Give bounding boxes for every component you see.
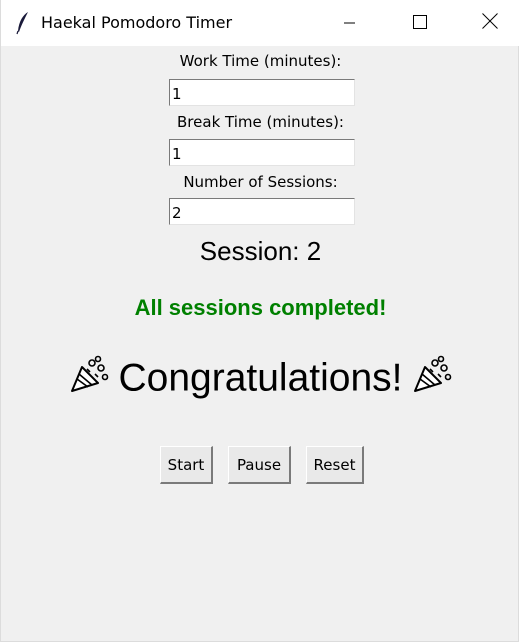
session-counter: Session: 2	[199, 236, 322, 266]
work-time-input[interactable]	[169, 79, 355, 106]
app-window: Haekal Pomodoro Timer Work Time (minutes…	[0, 0, 519, 642]
break-time-input[interactable]	[169, 139, 355, 166]
party-popper-icon	[68, 355, 110, 405]
start-button[interactable]: Start	[160, 446, 213, 484]
work-time-label: Work Time (minutes):	[179, 52, 342, 70]
close-icon	[482, 13, 498, 33]
reset-button[interactable]: Reset	[306, 446, 364, 484]
completion-status: All sessions completed!	[134, 295, 387, 320]
feather-icon	[15, 11, 31, 35]
congratulations-text: Congratulations!	[118, 356, 403, 400]
sessions-input[interactable]	[169, 198, 355, 225]
minimize-button[interactable]	[315, 0, 385, 46]
pause-button[interactable]: Pause	[228, 446, 291, 484]
congratulations-banner: Congratulations!	[1, 355, 519, 405]
maximize-button[interactable]	[385, 0, 455, 46]
party-popper-icon	[411, 355, 453, 405]
break-time-label: Break Time (minutes):	[177, 113, 344, 131]
title-bar[interactable]: Haekal Pomodoro Timer	[1, 0, 519, 46]
sessions-label: Number of Sessions:	[183, 173, 338, 191]
minimize-icon	[344, 14, 356, 33]
close-button[interactable]	[455, 0, 519, 46]
window-title: Haekal Pomodoro Timer	[41, 13, 233, 32]
maximize-icon	[413, 14, 427, 33]
